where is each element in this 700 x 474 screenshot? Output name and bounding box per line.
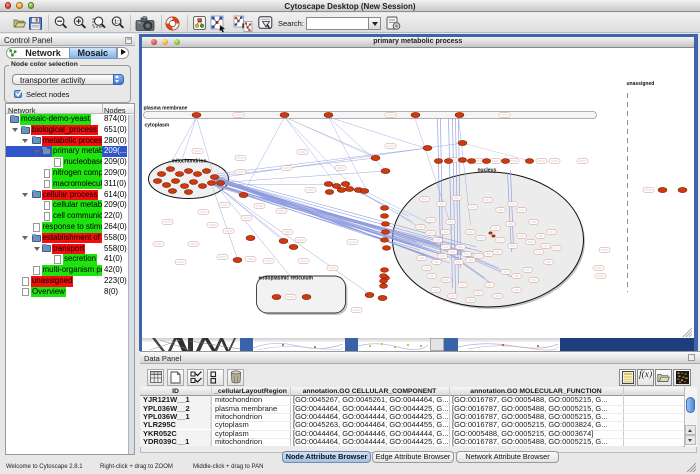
svg-text:nucleus: nucleus xyxy=(478,168,497,174)
svg-text:unassigned: unassigned xyxy=(627,81,655,87)
svg-text:plasma membrane: plasma membrane xyxy=(144,106,188,112)
svg-text:cytoplasm: cytoplasm xyxy=(145,123,170,129)
svg-text:1:1: 1:1 xyxy=(114,19,122,25)
svg-text:mitochondrion: mitochondrion xyxy=(172,159,207,165)
svg-text:endoplasmic reticulum: endoplasmic reticulum xyxy=(259,276,314,282)
